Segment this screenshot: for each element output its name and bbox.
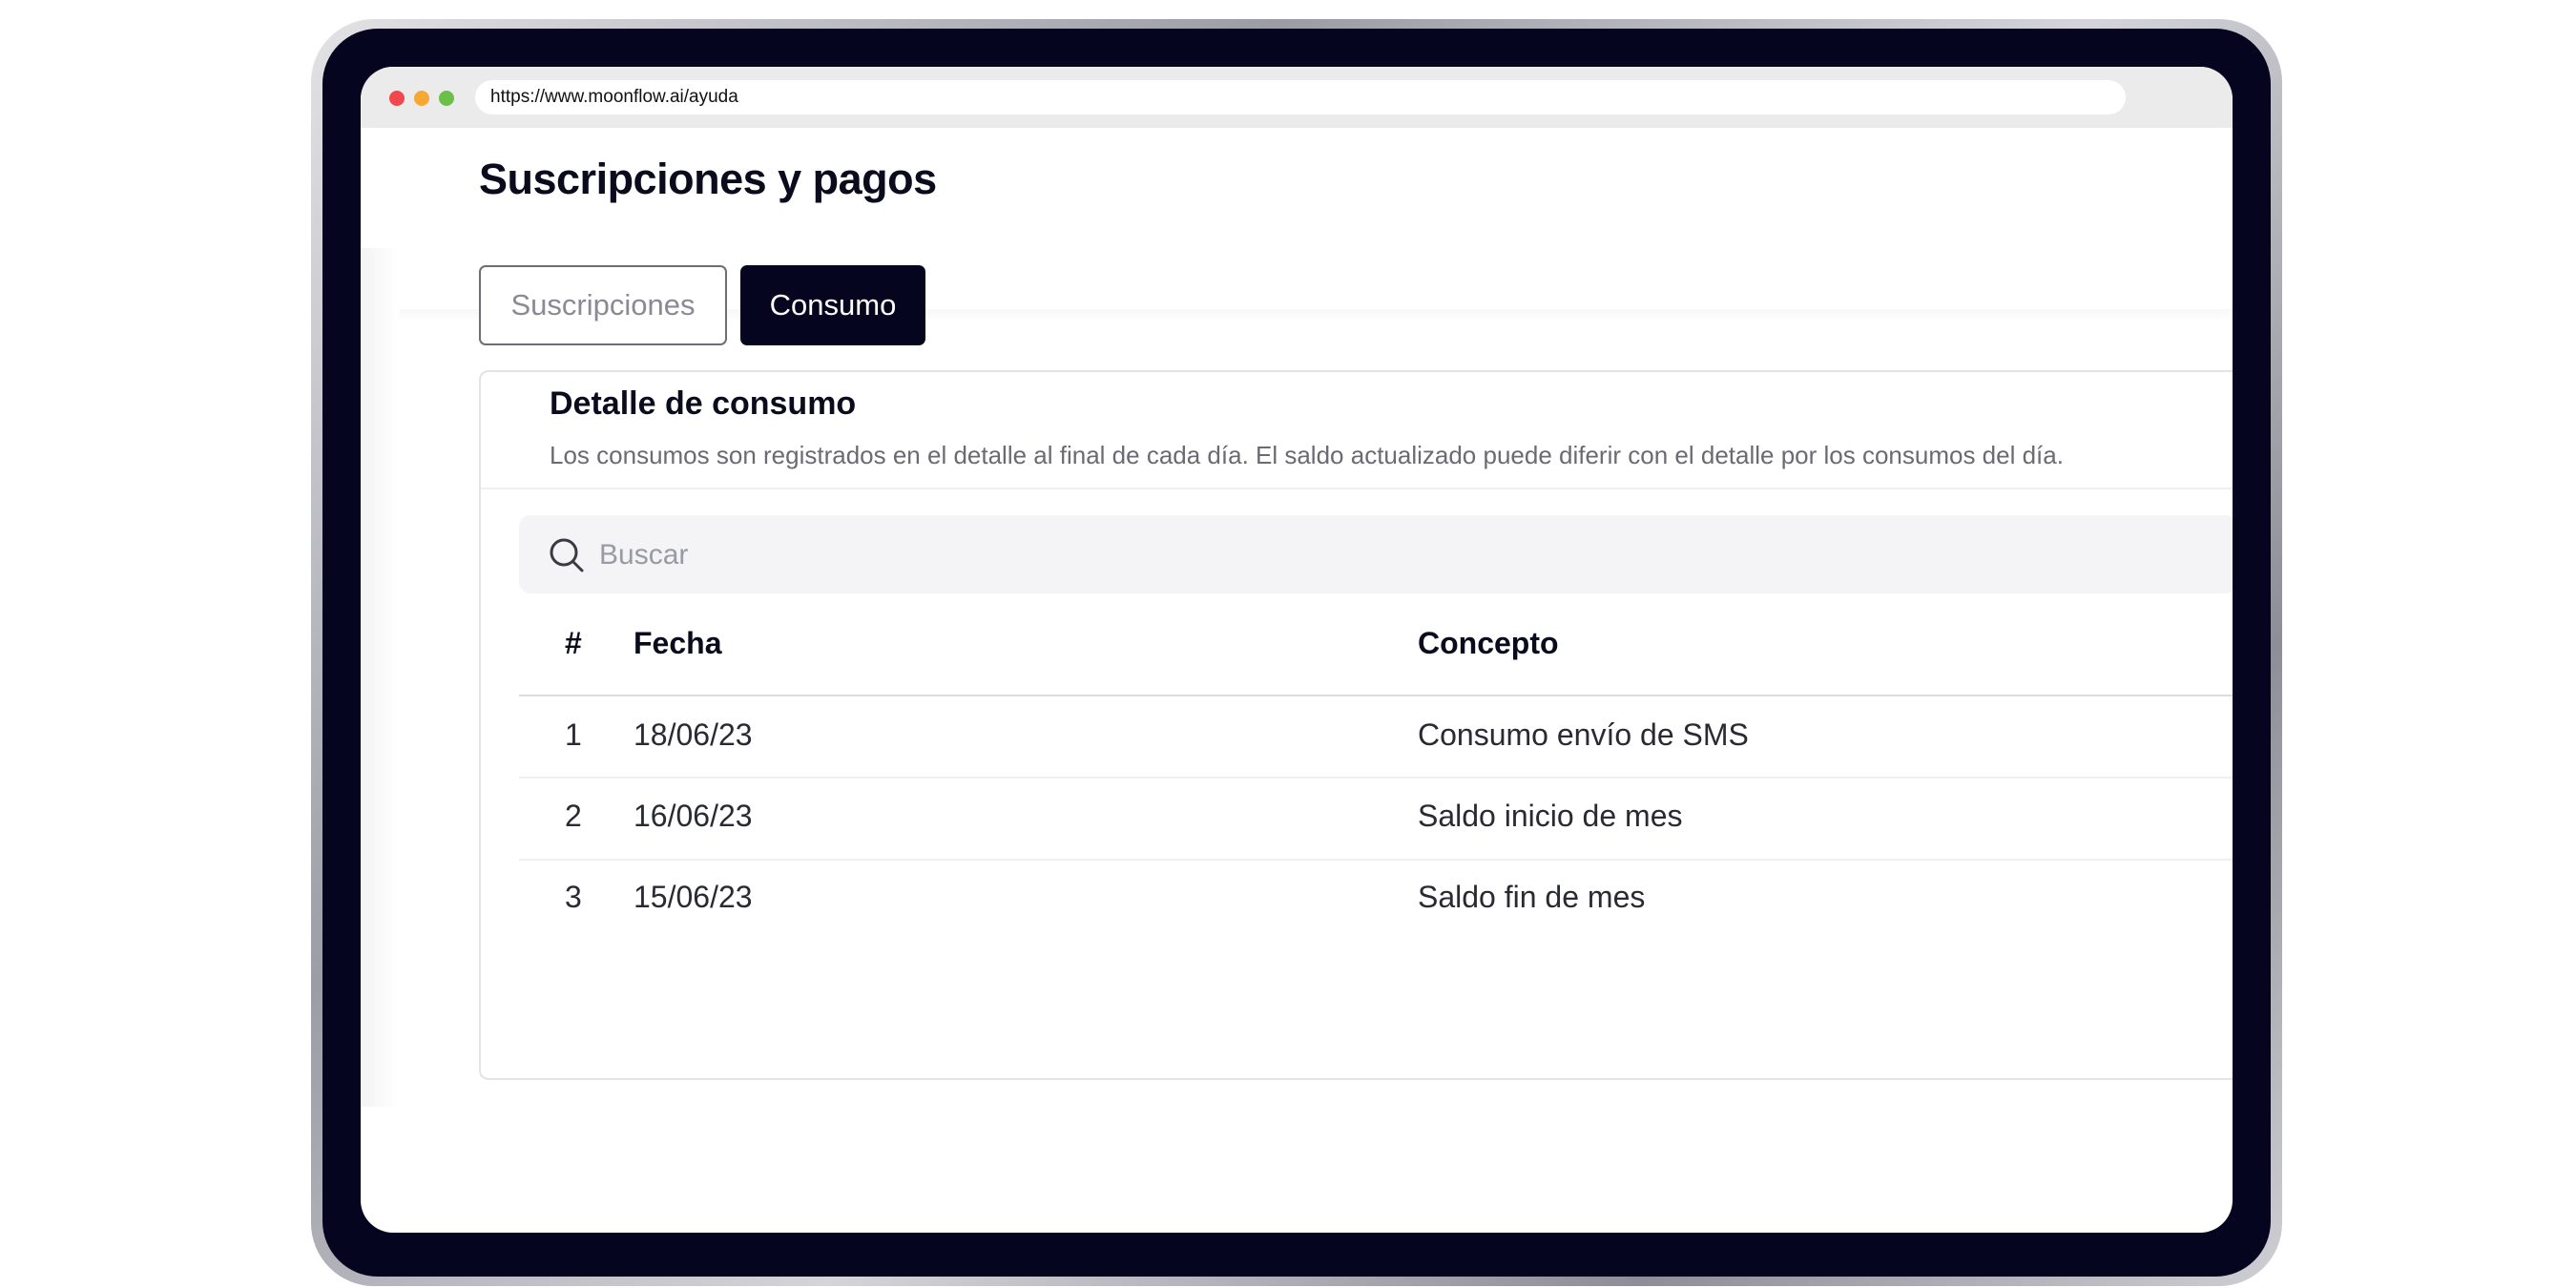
search-icon bbox=[550, 538, 584, 572]
row-number: 2 bbox=[565, 799, 582, 833]
row-number: 1 bbox=[565, 717, 582, 752]
row-fecha: 15/06/23 bbox=[634, 880, 753, 914]
card-title: Detalle de consumo bbox=[550, 385, 857, 422]
page-title: Suscripciones y pagos bbox=[479, 155, 937, 203]
row-fecha: 16/06/23 bbox=[634, 799, 753, 833]
row-divider bbox=[519, 777, 2233, 779]
row-concepto: Consumo envío de SMS bbox=[1418, 717, 1749, 752]
card-divider bbox=[481, 488, 2233, 489]
row-number: 3 bbox=[565, 880, 582, 914]
browser-window: https://www.moonflow.ai/ayuda Suscripcio… bbox=[361, 67, 2233, 1233]
browser-toolbar: https://www.moonflow.ai/ayuda bbox=[361, 67, 2233, 128]
column-header-concepto[interactable]: Concepto bbox=[1418, 626, 1559, 661]
sidebar-edge bbox=[361, 248, 399, 1107]
column-header-number: # bbox=[565, 626, 582, 660]
tab-consumo[interactable]: Consumo bbox=[740, 265, 925, 345]
row-divider bbox=[519, 859, 2233, 861]
table-header-divider bbox=[519, 695, 2233, 696]
maximize-window-button[interactable] bbox=[439, 91, 454, 106]
tab-suscripciones[interactable]: Suscripciones bbox=[479, 265, 727, 345]
column-header-fecha[interactable]: Fecha bbox=[634, 626, 721, 661]
card-description: Los consumos son registrados en el detal… bbox=[550, 441, 2064, 469]
row-concepto: Saldo inicio de mes bbox=[1418, 799, 1683, 833]
row-concepto: Saldo fin de mes bbox=[1418, 880, 1646, 914]
search-input[interactable] bbox=[597, 527, 2032, 584]
close-window-button[interactable] bbox=[389, 91, 405, 106]
address-bar[interactable]: https://www.moonflow.ai/ayuda bbox=[475, 80, 2126, 114]
minimize-window-button[interactable] bbox=[414, 91, 429, 106]
row-fecha: 18/06/23 bbox=[634, 717, 753, 752]
